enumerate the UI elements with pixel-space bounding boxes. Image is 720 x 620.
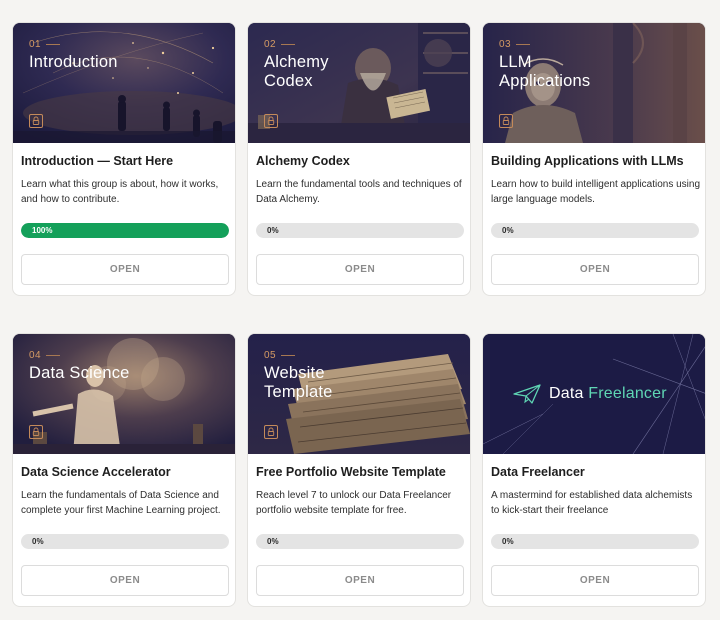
data-freelancer-logo: Data Freelancer	[513, 384, 667, 404]
course-title[interactable]: Introduction — Start Here	[21, 154, 231, 168]
course-card-llm-applications[interactable]: 03 LLM Applications Building Application…	[482, 22, 706, 296]
course-card-alchemy-codex[interactable]: 02 Alchemy Codex Alchemy Codex Learn the…	[247, 22, 471, 296]
paper-plane-icon	[513, 384, 541, 404]
course-description: Reach level 7 to unlock our Data Freelan…	[256, 490, 452, 516]
lock-icon	[264, 425, 278, 439]
open-button[interactable]: OPEN	[256, 254, 464, 285]
progress-label: 100%	[32, 226, 53, 235]
course-title[interactable]: Data Freelancer	[491, 465, 701, 479]
course-title[interactable]: Alchemy Codex	[256, 154, 466, 168]
progress-bar: 0%	[21, 534, 229, 549]
course-hero-image[interactable]: 04 Data Science	[13, 334, 235, 454]
course-number: 02	[264, 39, 296, 50]
course-card-data-science[interactable]: 04 Data Science Data Science Accelerator…	[12, 333, 236, 607]
progress-label: 0%	[267, 226, 279, 235]
course-description: Learn what this group is about, how it w…	[21, 179, 219, 205]
open-button[interactable]: OPEN	[491, 254, 699, 285]
course-number: 05	[264, 350, 296, 361]
course-hero-image[interactable]: Data Freelancer	[483, 334, 705, 454]
hero-title: Website Template	[264, 364, 333, 401]
course-description: Learn the fundamental tools and techniqu…	[256, 179, 462, 205]
hero-title: LLM Applications	[499, 53, 591, 90]
progress-label: 0%	[32, 537, 44, 546]
open-button[interactable]: OPEN	[256, 565, 464, 596]
hero-title: Alchemy Codex	[264, 53, 329, 90]
hero-title: Data Science	[29, 364, 130, 382]
progress-bar: 0%	[256, 223, 464, 238]
course-hero-image[interactable]: 02 Alchemy Codex	[248, 23, 470, 143]
progress-bar: 0%	[491, 534, 699, 549]
course-hero-image[interactable]: 03 LLM Applications	[483, 23, 705, 143]
course-title[interactable]: Free Portfolio Website Template	[256, 465, 466, 479]
course-description: A mastermind for established data alchem…	[491, 490, 693, 516]
course-description: Learn the fundamentals of Data Science a…	[21, 490, 221, 516]
progress-label: 0%	[502, 537, 514, 546]
course-title[interactable]: Data Science Accelerator	[21, 465, 231, 479]
course-card-data-freelancer[interactable]: Data Freelancer Data Freelancer A master…	[482, 333, 706, 607]
lock-icon	[29, 114, 43, 128]
course-hero-image[interactable]: 01 Introduction	[13, 23, 235, 143]
course-card-introduction[interactable]: 01 Introduction Introduction — Start Her…	[12, 22, 236, 296]
lock-icon	[264, 114, 278, 128]
open-button[interactable]: OPEN	[21, 254, 229, 285]
course-description: Learn how to build intelligent applicati…	[491, 179, 701, 205]
course-title[interactable]: Building Applications with LLMs	[491, 154, 701, 168]
open-button[interactable]: OPEN	[491, 565, 699, 596]
logo-text-main: Data	[549, 385, 584, 402]
course-hero-image[interactable]: 05 Website Template	[248, 334, 470, 454]
progress-label: 0%	[267, 537, 279, 546]
lock-icon	[499, 114, 513, 128]
course-number: 03	[499, 39, 531, 50]
course-number: 04	[29, 350, 61, 361]
progress-bar: 0%	[491, 223, 699, 238]
progress-bar: 0%	[256, 534, 464, 549]
hero-title: Introduction	[29, 53, 118, 71]
open-button[interactable]: OPEN	[21, 565, 229, 596]
progress-bar: 100%	[21, 223, 229, 238]
lock-icon	[29, 425, 43, 439]
logo-text-accent: Freelancer	[588, 385, 667, 402]
progress-label: 0%	[502, 226, 514, 235]
course-card-website-template[interactable]: 05 Website Template Free Portfolio Websi…	[247, 333, 471, 607]
course-number: 01	[29, 39, 61, 50]
